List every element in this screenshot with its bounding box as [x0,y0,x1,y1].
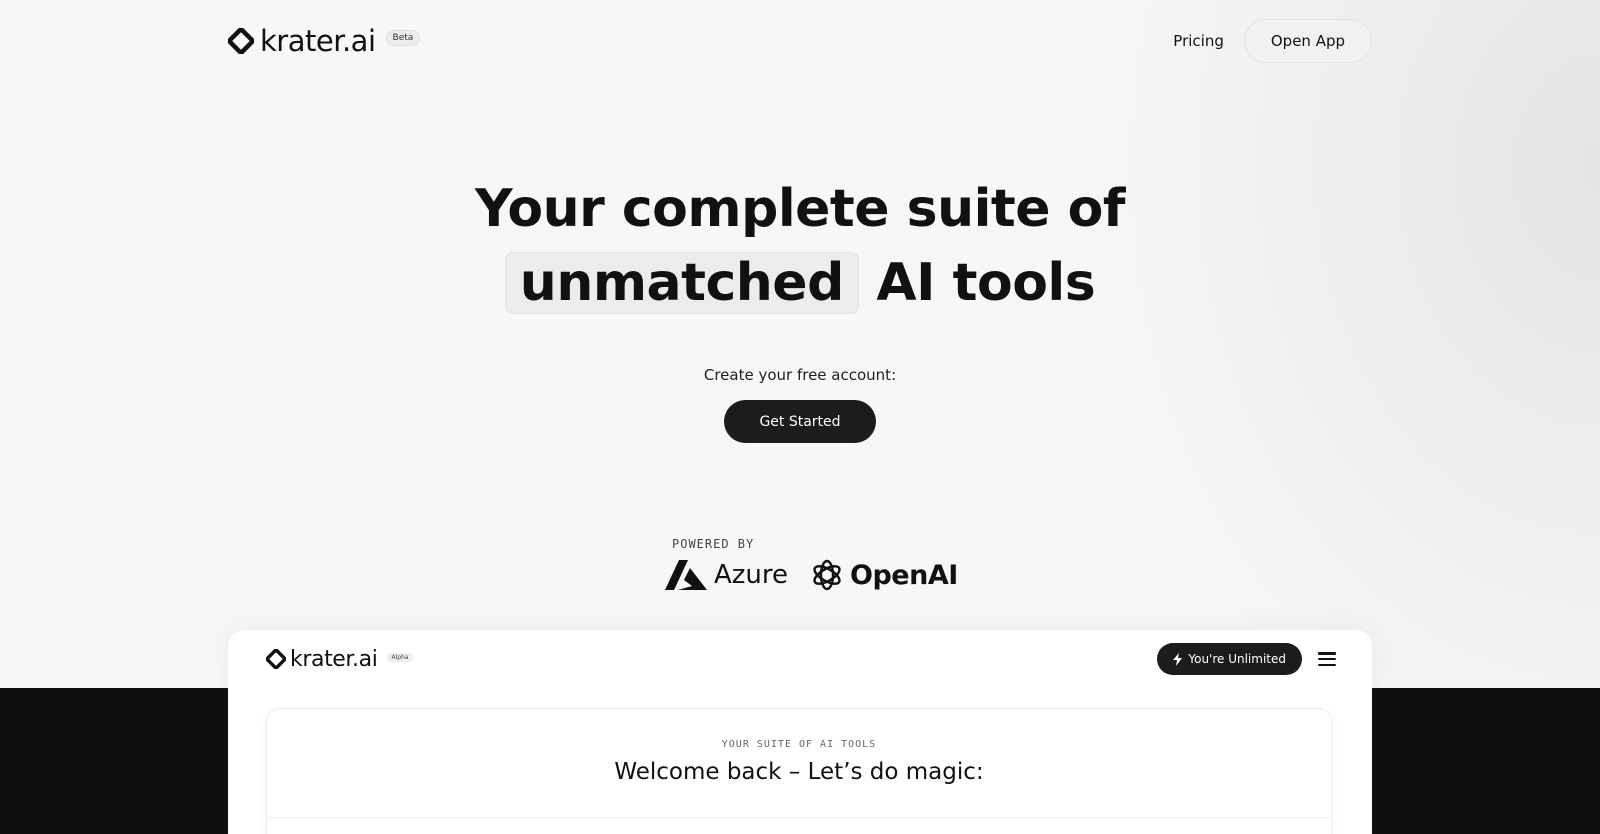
openai-logo-icon [813,559,841,591]
hero-title-line-2-rest: AI tools [876,253,1096,313]
brand-name: krater.ai [260,24,376,58]
cta-label: Create your free account: [703,366,897,384]
brand-logo[interactable]: krater.ai Beta [228,24,421,58]
hamburger-menu-icon[interactable] [1318,652,1336,666]
lightning-icon [1173,652,1183,666]
hero-title-line-2: unmatched AI tools [0,246,1600,320]
hero-highlight-word: unmatched [504,252,859,314]
preview-header-actions: You're Unlimited [1157,643,1336,675]
azure-name: Azure [714,560,789,590]
app-preview-window: krater.ai Alpha You're Unlimited YOUR SU… [228,630,1372,834]
alpha-badge: Alpha [387,652,413,662]
cta-container: Get Started [0,400,1600,443]
pricing-link[interactable]: Pricing [1173,32,1224,50]
powered-by-label: POWERED BY [672,537,755,551]
welcome-heading: Welcome back – Let’s do magic: [614,759,984,785]
partner-logos: Azure OpenAI [664,558,958,592]
azure-logo-icon [665,560,707,590]
site-header: krater.ai Beta Pricing Open App [228,18,1372,64]
krater-logo-icon [266,649,286,669]
preview-brand-name: krater.ai [290,646,378,672]
openai-name: OpenAI [850,559,958,591]
krater-logo-icon [228,28,254,54]
unlimited-status-button[interactable]: You're Unlimited [1157,643,1302,675]
openai-logo: OpenAI [810,558,958,592]
azure-logo: Azure [664,558,788,592]
hero-title: Your complete suite of unmatched AI tool… [0,172,1600,320]
unlimited-status-label: You're Unlimited [1188,652,1286,666]
top-nav: Pricing Open App [1173,19,1372,63]
preview-header: krater.ai Alpha You're Unlimited [266,642,1336,676]
suite-eyebrow: YOUR SUITE OF AI TOOLS [721,739,877,750]
open-app-button[interactable]: Open App [1243,19,1372,63]
welcome-card: YOUR SUITE OF AI TOOLS Welcome back – Le… [266,708,1332,834]
beta-badge: Beta [385,30,421,46]
preview-brand-logo: krater.ai Alpha [266,647,413,672]
hero-title-line-1: Your complete suite of [474,179,1126,239]
card-divider [267,817,1331,818]
get-started-button[interactable]: Get Started [724,400,876,443]
